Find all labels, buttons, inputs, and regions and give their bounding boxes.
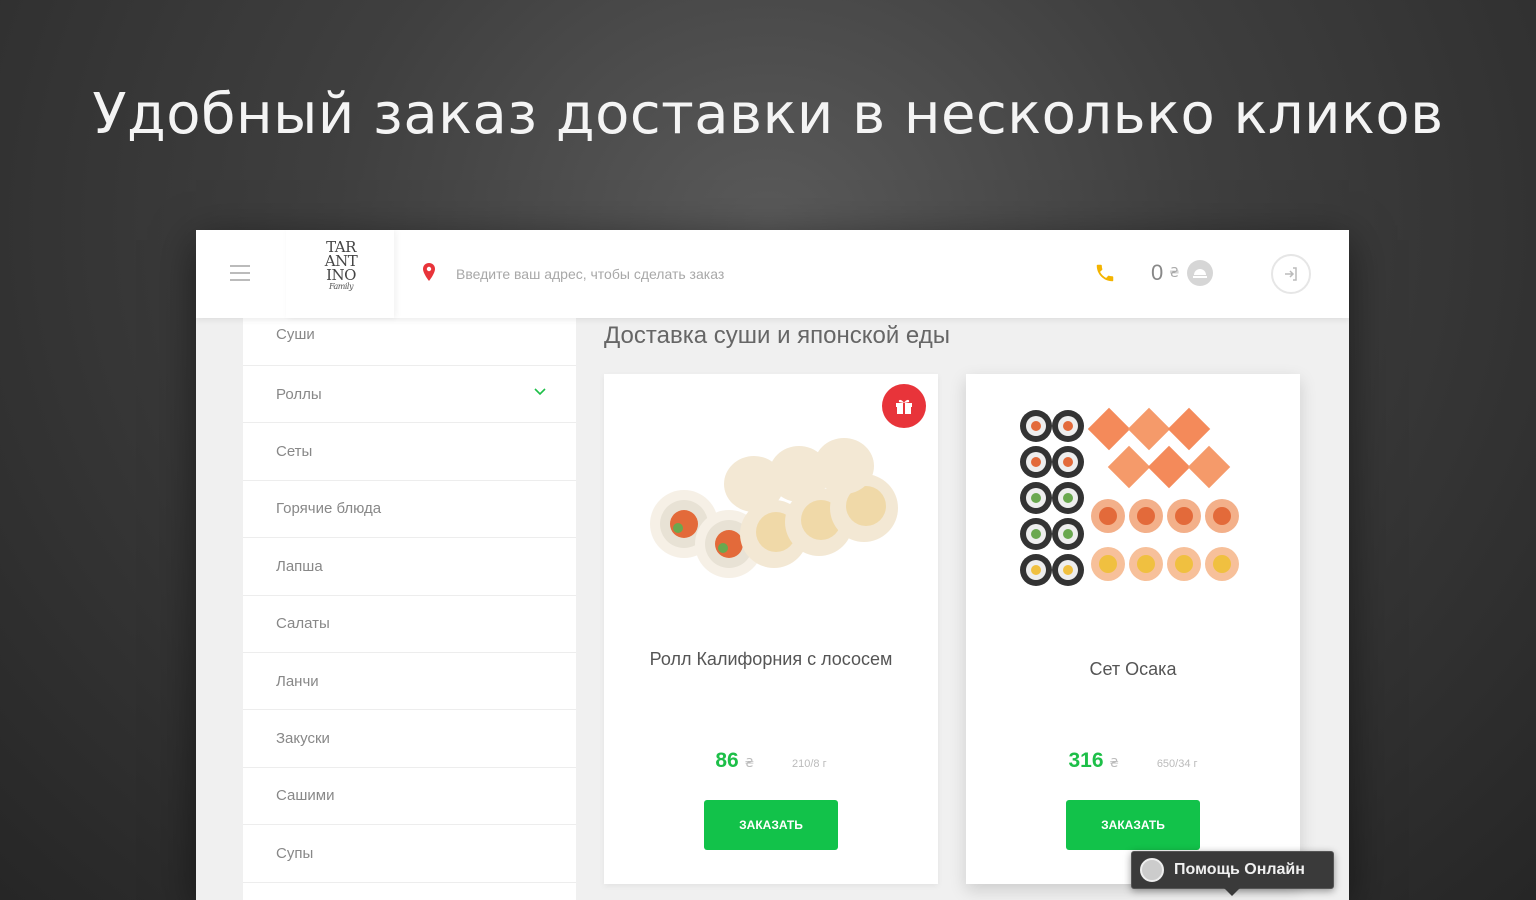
price-currency: ₴ xyxy=(1109,756,1119,770)
product-name[interactable]: Ролл Калифорния с лососем xyxy=(634,648,908,670)
category-sidebar: Суши Роллы Сеты Горячие блюда Лапша Сала… xyxy=(243,318,576,900)
product-weight: 210/8 г xyxy=(792,758,827,770)
price-row: 86 ₴ 210/8 г xyxy=(604,749,938,773)
order-button[interactable]: Заказать xyxy=(1066,800,1200,850)
sidebar-item-label: Горячие блюда xyxy=(276,500,382,518)
sidebar-item-sashimi[interactable]: Сашими xyxy=(243,768,576,826)
sidebar-item-lunches[interactable]: Ланчи xyxy=(243,653,576,711)
product-name[interactable]: Сет Осака xyxy=(996,658,1270,680)
help-online-widget[interactable]: Помощь Онлайн xyxy=(1131,851,1334,896)
location-pin-icon xyxy=(423,263,435,281)
sidebar-item-salads[interactable]: Салаты xyxy=(243,596,576,653)
sidebar-item-label: Сеты xyxy=(276,443,313,461)
product-card[interactable]: Сет Осака 316 ₴ 650/34 г Заказать xyxy=(966,374,1300,884)
sidebar-item-label: Сашими xyxy=(276,787,335,805)
product-image-california-roll[interactable] xyxy=(624,404,918,614)
section-title: Доставка суши и японской еды xyxy=(604,322,950,349)
help-label: Помощь Онлайн xyxy=(1174,861,1305,878)
price-currency: ₴ xyxy=(744,756,755,770)
sidebar-item-sushi[interactable]: Суши xyxy=(243,318,576,366)
login-icon xyxy=(1285,267,1297,281)
sidebar-item-label: Суши xyxy=(276,326,315,343)
menu-icon[interactable] xyxy=(230,265,250,283)
product-card[interactable]: Ролл Калифорния с лососем 86 ₴ 210/8 г З… xyxy=(604,374,938,884)
phone-icon[interactable] xyxy=(1094,262,1116,284)
sidebar-item-rolls[interactable]: Роллы xyxy=(243,366,576,424)
cart-currency: ₴ xyxy=(1169,265,1180,281)
app-window: TAR ANT INO Family 0 ₴ Суши Р xyxy=(196,230,1349,900)
login-button[interactable] xyxy=(1271,254,1311,294)
page-headline: Удобный заказ доставки в несколько клико… xyxy=(92,82,1444,147)
sidebar-item-label: Лапша xyxy=(276,557,323,575)
sidebar-item-soups[interactable]: Супы xyxy=(243,825,576,883)
sidebar-item-label: Роллы xyxy=(276,385,322,403)
sidebar-item-noodles[interactable]: Лапша xyxy=(243,538,576,596)
order-button[interactable]: Заказать xyxy=(704,800,838,850)
chevron-down-icon[interactable] xyxy=(534,388,546,396)
logo-line-3: INO xyxy=(326,266,356,284)
support-avatar xyxy=(1140,858,1164,882)
cart[interactable]: 0 ₴ xyxy=(1151,258,1214,288)
product-price: 316 xyxy=(1068,749,1104,772)
cart-icon[interactable] xyxy=(1187,260,1214,286)
address-input[interactable] xyxy=(456,264,956,284)
top-bar: TAR ANT INO Family 0 ₴ xyxy=(196,230,1349,318)
sidebar-item-hot-dishes[interactable]: Горячие блюда xyxy=(243,481,576,539)
product-image-osaka-set[interactable] xyxy=(986,404,1280,614)
product-weight: 650/34 г xyxy=(1156,758,1198,770)
sidebar-item-label: Салаты xyxy=(276,615,330,633)
price-row: 316 ₴ 650/34 г xyxy=(966,749,1300,773)
logo-subtitle: Family xyxy=(329,282,354,291)
product-price: 86 xyxy=(715,749,739,772)
sidebar-item-snacks[interactable]: Закуски xyxy=(243,710,576,768)
sidebar-item-label: Супы xyxy=(276,844,314,862)
logo[interactable]: TAR ANT INO Family xyxy=(314,240,368,306)
sidebar-item-sets[interactable]: Сеты xyxy=(243,423,576,481)
tooltip-tail xyxy=(1224,888,1240,896)
sidebar-item-label: Ланчи xyxy=(276,672,319,690)
cart-count: 0 xyxy=(1151,260,1164,285)
sidebar-item-label: Закуски xyxy=(276,730,330,748)
main-content: Доставка суши и японской еды Ролл Калифо… xyxy=(576,318,1349,900)
